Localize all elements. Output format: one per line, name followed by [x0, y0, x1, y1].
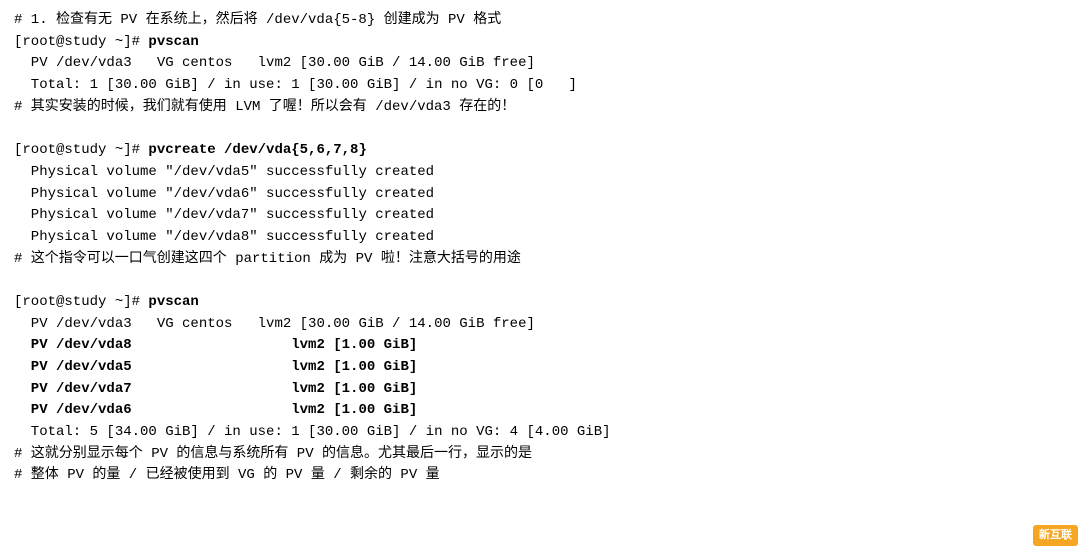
prompt-text: [root@study ~]# — [14, 34, 148, 50]
watermark-label: 新互联 — [1033, 525, 1078, 546]
terminal-line-0: # 1. 检查有无 PV 在系统上，然后将 /dev/vda{5-8} 创建成为… — [14, 10, 1074, 32]
terminal-line-8: Physical volume "/dev/vda6" successfully… — [14, 184, 1074, 206]
command-text: pvcreate /dev/vda{5,6,7,8} — [148, 142, 366, 158]
terminal-line-1: [root@study ~]# pvscan — [14, 32, 1074, 54]
terminal-line-11: # 这个指令可以一口气创建这四个 partition 成为 PV 啦！注意大括号… — [14, 249, 1074, 271]
terminal-line-20: # 这就分别显示每个 PV 的信息与系统所有 PV 的信息。尤其最后一行，显示的… — [14, 444, 1074, 466]
terminal-line-13: [root@study ~]# pvscan — [14, 292, 1074, 314]
terminal-line-18: PV /dev/vda6 lvm2 [1.00 GiB] — [14, 400, 1074, 422]
terminal-line-16: PV /dev/vda5 lvm2 [1.00 GiB] — [14, 357, 1074, 379]
terminal-window: # 1. 检查有无 PV 在系统上，然后将 /dev/vda{5-8} 创建成为… — [0, 0, 1088, 556]
terminal-line-6: [root@study ~]# pvcreate /dev/vda{5,6,7,… — [14, 140, 1074, 162]
command-text: pvscan — [148, 34, 198, 50]
command-text: pvscan — [148, 294, 198, 310]
terminal-line-14: PV /dev/vda3 VG centos lvm2 [30.00 GiB /… — [14, 314, 1074, 336]
terminal-line-7: Physical volume "/dev/vda5" successfully… — [14, 162, 1074, 184]
terminal-line-9: Physical volume "/dev/vda7" successfully… — [14, 205, 1074, 227]
terminal-line-10: Physical volume "/dev/vda8" successfully… — [14, 227, 1074, 249]
terminal-line-21: # 整体 PV 的量 / 已经被使用到 VG 的 PV 量 / 剩余的 PV 量 — [14, 465, 1074, 487]
terminal-line-15: PV /dev/vda8 lvm2 [1.00 GiB] — [14, 335, 1074, 357]
terminal-line-4: # 其实安装的时候，我们就有使用 LVM 了喔！所以会有 /dev/vda3 存… — [14, 97, 1074, 119]
terminal-line-3: Total: 1 [30.00 GiB] / in use: 1 [30.00 … — [14, 75, 1074, 97]
terminal-line-2: PV /dev/vda3 VG centos lvm2 [30.00 GiB /… — [14, 53, 1074, 75]
terminal-line-5 — [14, 118, 1074, 140]
terminal-line-19: Total: 5 [34.00 GiB] / in use: 1 [30.00 … — [14, 422, 1074, 444]
prompt-text: [root@study ~]# — [14, 294, 148, 310]
prompt-text: [root@study ~]# — [14, 142, 148, 158]
terminal-line-12 — [14, 270, 1074, 292]
terminal-line-17: PV /dev/vda7 lvm2 [1.00 GiB] — [14, 379, 1074, 401]
